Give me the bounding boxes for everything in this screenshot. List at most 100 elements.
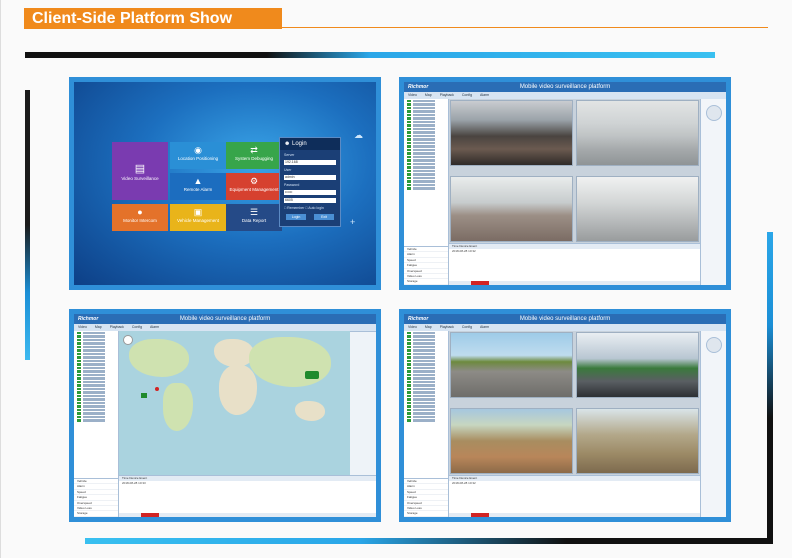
login-tile-3[interactable]: ⇄ System Debugging: [226, 142, 282, 169]
tree-row[interactable]: [407, 124, 445, 127]
tree-row[interactable]: [407, 162, 445, 166]
tree-row[interactable]: [77, 370, 115, 373]
tree-row[interactable]: [407, 384, 445, 387]
tree-row[interactable]: [77, 342, 115, 345]
tree-row[interactable]: [407, 349, 445, 352]
tree-row[interactable]: [407, 415, 445, 419]
tree-row[interactable]: [407, 169, 445, 173]
server-field[interactable]: 192.168: [284, 160, 336, 165]
tree-row[interactable]: [77, 366, 115, 370]
tree-row[interactable]: [407, 183, 445, 187]
ptz-control[interactable]: [706, 337, 722, 353]
tree-row[interactable]: [77, 331, 115, 335]
tree-row[interactable]: [407, 138, 445, 141]
vehicle-marker[interactable]: [141, 393, 147, 398]
tree-row[interactable]: [407, 103, 445, 106]
tree-row[interactable]: [407, 377, 445, 380]
tree-row[interactable]: [407, 110, 445, 113]
tree-row[interactable]: [77, 377, 115, 380]
tab-2[interactable]: Playback: [440, 324, 454, 331]
device-tree[interactable]: Vehicle Alarm Speed Fatigue Overspeed Video L…: [74, 331, 119, 517]
video-channel-1[interactable]: [450, 332, 573, 399]
tree-row[interactable]: [77, 352, 115, 356]
video-channel-3[interactable]: [450, 407, 573, 474]
device-tree[interactable]: Vehicle Alarm Speed Fatigue Overspeed Video L…: [404, 99, 449, 285]
tree-row[interactable]: [407, 166, 445, 169]
tab-2[interactable]: Playback: [110, 324, 124, 331]
tree-row[interactable]: [77, 415, 115, 419]
tree-row[interactable]: [407, 359, 445, 363]
tree-row[interactable]: [407, 113, 445, 117]
map-pin-icon[interactable]: [155, 387, 159, 391]
tree-row[interactable]: [407, 352, 445, 356]
device-tree[interactable]: Vehicle Alarm Speed Fatigue Overspeed Video L…: [404, 331, 449, 517]
tab-1[interactable]: Map: [95, 324, 102, 331]
tree-row[interactable]: [77, 356, 115, 359]
tree-row[interactable]: [407, 148, 445, 152]
tree-row[interactable]: [407, 335, 445, 338]
tree-row[interactable]: [407, 106, 445, 110]
tree-row[interactable]: [77, 363, 115, 366]
tree-row[interactable]: [77, 384, 115, 387]
tree-row[interactable]: [77, 408, 115, 412]
video-channel-4[interactable]: [576, 175, 699, 242]
tree-row[interactable]: [407, 391, 445, 394]
tree-row[interactable]: [77, 345, 115, 349]
tab-3[interactable]: Config: [132, 324, 142, 331]
tree-row[interactable]: [407, 120, 445, 124]
tree-row[interactable]: [407, 127, 445, 131]
tree-row[interactable]: [407, 131, 445, 134]
video-channel-2[interactable]: [576, 100, 699, 167]
tree-row[interactable]: [407, 394, 445, 398]
tree-row[interactable]: [77, 398, 115, 401]
port-field[interactable]: 6605: [284, 198, 336, 203]
tab-4[interactable]: Alarm: [150, 324, 159, 331]
tree-row[interactable]: [407, 159, 445, 162]
tab-3[interactable]: Config: [462, 92, 472, 99]
tree-row[interactable]: [77, 338, 115, 342]
login-tile-7[interactable]: ▣ Vehicle Management: [170, 204, 226, 231]
tree-row[interactable]: [407, 398, 445, 401]
tree-row[interactable]: [407, 363, 445, 366]
tab-3[interactable]: Config: [462, 324, 472, 331]
tree-row[interactable]: [77, 405, 115, 408]
tree-row[interactable]: [407, 373, 445, 377]
video-channel-4[interactable]: [576, 407, 699, 474]
user-field[interactable]: admin: [284, 175, 336, 180]
tree-row[interactable]: [407, 370, 445, 373]
tree-row[interactable]: [77, 401, 115, 405]
login-tile-5[interactable]: ⚙ Equipment Management: [226, 173, 282, 200]
tree-row[interactable]: [407, 342, 445, 345]
tree-row[interactable]: [77, 394, 115, 398]
tab-1[interactable]: Map: [425, 324, 432, 331]
tree-row[interactable]: [407, 387, 445, 391]
tab-4[interactable]: Alarm: [480, 324, 489, 331]
tree-row[interactable]: [407, 176, 445, 180]
tree-row[interactable]: [407, 180, 445, 183]
tree-row[interactable]: [407, 412, 445, 415]
tree-row[interactable]: [77, 335, 115, 338]
login-tile-4[interactable]: ▲ Remote Alarm: [170, 173, 226, 200]
login-tile-8[interactable]: ☰ Data Report: [226, 204, 282, 231]
login-tile-1[interactable]: ▤ Video Surveillance: [112, 142, 168, 200]
tree-row[interactable]: [407, 141, 445, 145]
tree-row[interactable]: [407, 356, 445, 359]
tree-row[interactable]: [407, 408, 445, 412]
tree-row[interactable]: [77, 373, 115, 377]
tree-row[interactable]: [77, 412, 115, 415]
login-tile-2[interactable]: ◉ Location Positioning: [170, 142, 226, 169]
tree-row[interactable]: [407, 187, 445, 190]
tab-0[interactable]: Video: [408, 92, 417, 99]
login-tile-6[interactable]: ● Monitor Intercom: [112, 204, 168, 231]
tree-row[interactable]: [407, 152, 445, 155]
login-button[interactable]: Login: [286, 214, 306, 220]
tree-row[interactable]: [407, 99, 445, 103]
tree-row[interactable]: [407, 145, 445, 148]
tree-row[interactable]: [407, 401, 445, 405]
video-channel-1[interactable]: [450, 100, 573, 167]
tree-row[interactable]: [77, 391, 115, 394]
tab-0[interactable]: Video: [78, 324, 87, 331]
tree-row[interactable]: [407, 134, 445, 138]
tab-4[interactable]: Alarm: [480, 92, 489, 99]
tree-row[interactable]: [77, 380, 115, 384]
